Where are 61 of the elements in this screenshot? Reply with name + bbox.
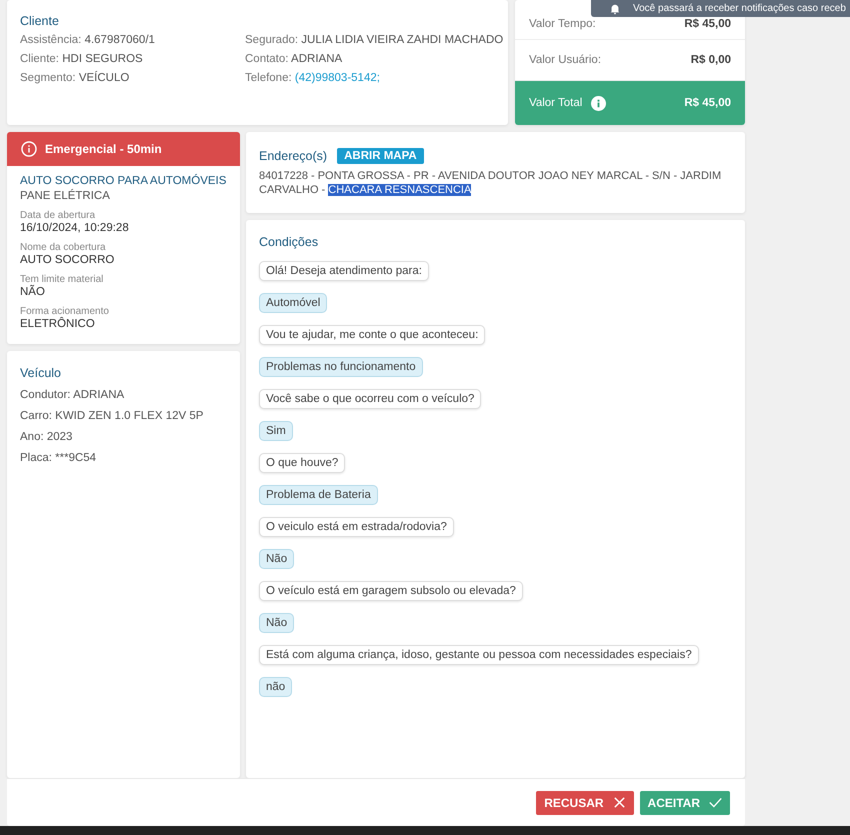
value-amount: R$ 45,00	[684, 18, 731, 30]
value-label: Valor Total	[529, 97, 582, 109]
value-amount: R$ 45,00	[684, 97, 731, 109]
field-value: AUTO SOCORRO	[20, 254, 116, 266]
question-bubble: O veículo está em garagem subsolo ou elevada?	[259, 581, 523, 601]
field-value: 16/10/2024, 10:29:28	[20, 222, 130, 234]
check-icon	[709, 796, 722, 809]
info-icon	[21, 141, 37, 157]
field-label: Segmento:	[20, 72, 76, 84]
question-bubble: Você sabe o que ocorreu com o veículo?	[259, 389, 482, 409]
field-value: JULIA LIDIA VIEIRA ZAHDI MACHADO	[301, 34, 504, 46]
field-value: HDI SEGUROS	[62, 53, 143, 65]
answer-bubble: não	[259, 677, 292, 697]
reject-button[interactable]: RECUSAR	[536, 790, 634, 814]
vehicle-detail: Placa: ***9C54	[20, 452, 98, 464]
info-icon[interactable]	[591, 96, 606, 110]
field-label: Assistência:	[20, 34, 82, 46]
answer-bubble: Sim	[259, 421, 293, 441]
open-map-button[interactable]: ABRIR MAPA	[337, 148, 424, 164]
field-label: Forma acionamento	[20, 306, 110, 317]
field-label: Tem limite material	[20, 274, 104, 285]
vehicle-detail: Condutor: ADRIANA	[20, 389, 126, 401]
value-amount: R$ 0,00	[690, 54, 731, 66]
vehicle-detail: Ano: 2023	[20, 431, 74, 443]
section-title: Cliente	[20, 14, 60, 28]
field-label: Segurado:	[245, 34, 298, 46]
answer-bubble: Não	[259, 613, 294, 633]
field-label: Telefone:	[245, 72, 292, 84]
field-value: 4.67987060/1	[84, 34, 155, 46]
answer-bubble: Automóvel	[259, 293, 328, 313]
section-title: Endereço(s)	[259, 149, 328, 163]
banner-text: Emergencial - 50min	[45, 142, 162, 156]
field-value: VEÍCULO	[78, 72, 130, 84]
value-label: Valor Tempo:	[529, 18, 597, 30]
section-title: Condições	[259, 235, 318, 249]
question-bubble: O que houve?	[259, 453, 346, 473]
answer-bubble: Problemas no funcionamento	[259, 357, 423, 377]
close-icon	[612, 796, 626, 809]
service-subtitle: PANE ELÉTRICA	[20, 190, 111, 202]
field-value: ELETRÔNICO	[20, 318, 96, 330]
question-bubble: O veiculo está em estrada/rodovia?	[259, 517, 454, 537]
field-value: ADRIANA	[291, 53, 342, 65]
field-label: Contato:	[245, 53, 288, 65]
value-label: Valor Usuário:	[529, 54, 602, 66]
question-bubble: Vou te ajudar, me conte o que aconteceu:	[259, 325, 486, 345]
answer-bubble: Não	[259, 549, 294, 569]
section-title: Veículo	[20, 366, 62, 380]
field-label: Data de abertura	[20, 210, 96, 221]
service-title: AUTO SOCORRO PARA AUTOMÓVEIS	[20, 175, 227, 187]
field-value: NÃO	[20, 286, 46, 298]
field-label: Nome da cobertura	[20, 242, 107, 253]
question-bubble: Olá! Deseja atendimento para:	[259, 261, 429, 281]
answer-bubble: Problema de Bateria	[259, 485, 378, 505]
address-text: 84017228 - PONTA GROSSA - PR - AVENIDA DOUTOR JOAO NEY MARCAL - S/N - JARDIM CARVALHO - CHACARA RESNASCENCIA	[259, 169, 722, 197]
bell-icon	[609, 2, 621, 14]
vehicle-detail: Carro: KWID ZEN 1.0 FLEX 12V 5P	[20, 410, 204, 422]
accept-button[interactable]: ACEITAR	[640, 790, 730, 814]
toast-text: Você passará a receber notificações caso receb	[633, 3, 846, 14]
question-bubble: Está com alguma criança, idoso, gestante ou pessoa com necessidades especiais?	[259, 645, 699, 665]
field-label: Cliente:	[20, 53, 59, 65]
phone-link[interactable]: (42)99803-5142;	[294, 72, 380, 84]
